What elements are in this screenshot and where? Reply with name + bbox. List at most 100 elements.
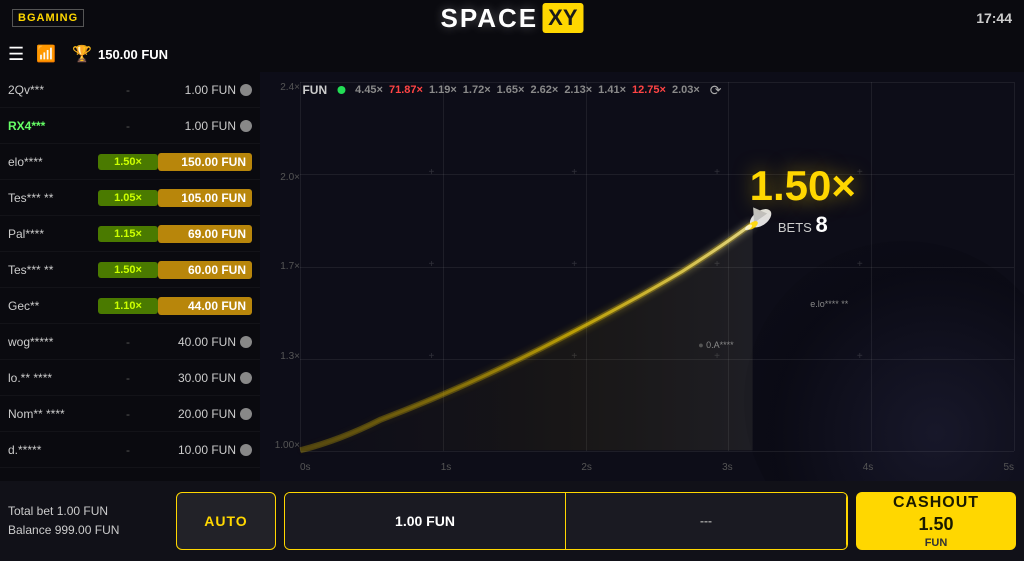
bet-amount-display[interactable]: 1.00 FUN bbox=[285, 493, 566, 549]
history-button[interactable]: ⟳ bbox=[710, 82, 722, 99]
bets-count: 8 bbox=[815, 212, 827, 237]
fun-label: FUN bbox=[302, 83, 327, 97]
cashout-button[interactable]: CASHOUT 1.50 FUN bbox=[856, 492, 1016, 550]
total-bet-line: Total bet 1.00 FUN bbox=[8, 502, 168, 521]
trophy-area: 🏆 150.00 FUN bbox=[72, 44, 168, 64]
total-bet-value: 1.00 FUN bbox=[57, 504, 108, 518]
player-amount-3: 105.00 FUN bbox=[158, 189, 252, 207]
balance-label: Balance bbox=[8, 523, 55, 537]
coin-icon-0 bbox=[240, 84, 252, 96]
game-area: + + + + + + + + + + + + 2.4× 2.0× 1.7× 1… bbox=[260, 72, 1024, 481]
bgaming-logo: BGAMING bbox=[12, 9, 84, 27]
mult-history: FUN 4.45× 71.87× 1.19× 1.72× 1.65× 2.62×… bbox=[302, 72, 721, 108]
top-bar: BGAMING SPACE XY 17:44 bbox=[0, 0, 1024, 36]
mult-item-8: 12.75× bbox=[632, 84, 666, 96]
player-mult-2: 1.50× bbox=[98, 154, 158, 170]
coin-icon-8 bbox=[240, 372, 252, 384]
player-name-4: Pal**** bbox=[8, 227, 98, 241]
cashout-mult: 1.50 bbox=[918, 514, 953, 535]
mult-item-2: 1.19× bbox=[429, 84, 457, 96]
player-amount-9: 20.00 FUN bbox=[158, 407, 252, 421]
player-row-0: 2Qv***-1.00 FUN bbox=[0, 72, 260, 108]
mult-item-3: 1.72× bbox=[463, 84, 491, 96]
chart-label-1: e.lo**** ** bbox=[810, 299, 848, 309]
coin-icon-9 bbox=[240, 408, 252, 420]
bet-separator[interactable]: --- bbox=[566, 493, 847, 549]
second-bar: ☰ 📶 🏆 150.00 FUN FUN 4.45× 71.87× 1.19× … bbox=[0, 36, 1024, 72]
player-name-9: Nom** **** bbox=[8, 407, 98, 421]
mult-item-6: 2.13× bbox=[564, 84, 592, 96]
player-mult-3: 1.05× bbox=[98, 190, 158, 206]
player-mult-7: - bbox=[98, 335, 158, 349]
player-amount-10: 10.00 FUN bbox=[158, 443, 252, 457]
player-mult-0: - bbox=[98, 83, 158, 97]
mult-item-4: 1.65× bbox=[497, 84, 525, 96]
logo-gaming: GAMING bbox=[27, 12, 78, 24]
logo-b: B bbox=[18, 12, 27, 24]
player-amount-0: 1.00 FUN bbox=[158, 83, 252, 97]
coin-icon-1 bbox=[240, 120, 252, 132]
player-mult-6: 1.10× bbox=[98, 298, 158, 314]
coin-icon-10 bbox=[240, 444, 252, 456]
player-name-3: Tes*** ** bbox=[8, 191, 98, 205]
player-row-1: RX4***-1.00 FUN bbox=[0, 108, 260, 144]
trophy-icon: 🏆 bbox=[72, 44, 92, 64]
player-name-8: lo.** **** bbox=[8, 371, 98, 385]
balance-line: Balance 999.00 FUN bbox=[8, 521, 168, 540]
fun-dot bbox=[337, 86, 345, 94]
cashout-label: CASHOUT bbox=[893, 494, 979, 512]
bets-label: BETS 8 bbox=[750, 212, 856, 238]
chart-label-2: ● 0.A**** bbox=[698, 340, 733, 350]
player-mult-4: 1.15× bbox=[98, 226, 158, 242]
clock: 17:44 bbox=[976, 10, 1012, 26]
mult-item-0: 4.45× bbox=[355, 84, 383, 96]
player-row-10: d.*****-10.00 FUN bbox=[0, 432, 260, 468]
game-title: SPACE XY bbox=[440, 3, 583, 34]
player-name-2: elo**** bbox=[8, 155, 98, 169]
player-name-7: wog***** bbox=[8, 335, 98, 349]
auto-button[interactable]: AUTO bbox=[176, 492, 276, 550]
player-row-8: lo.** ****-30.00 FUN bbox=[0, 360, 260, 396]
bet-amount-group: 1.00 FUN --- bbox=[284, 492, 848, 550]
player-amount-5: 60.00 FUN bbox=[158, 261, 252, 279]
player-amount-8: 30.00 FUN bbox=[158, 371, 252, 385]
sound-icon[interactable]: 📶 bbox=[36, 44, 56, 64]
player-amount-2: 150.00 FUN bbox=[158, 153, 252, 171]
mult-item-5: 2.62× bbox=[530, 84, 558, 96]
balance-value: 999.00 FUN bbox=[55, 523, 120, 537]
player-amount-7: 40.00 FUN bbox=[158, 335, 252, 349]
mult-item-1: 71.87× bbox=[389, 84, 423, 96]
player-name-10: d.***** bbox=[8, 443, 98, 457]
player-row-4: Pal****1.15×69.00 FUN bbox=[0, 216, 260, 252]
title-space: SPACE bbox=[440, 3, 538, 34]
player-name-1: RX4*** bbox=[8, 119, 98, 133]
player-mult-9: - bbox=[98, 407, 158, 421]
player-list: 2Qv***-1.00 FUNRX4***-1.00 FUNelo****1.5… bbox=[0, 72, 260, 481]
player-mult-1: - bbox=[98, 119, 158, 133]
player-row-2: elo****1.50×150.00 FUN bbox=[0, 144, 260, 180]
player-name-6: Gec** bbox=[8, 299, 98, 313]
player-row-5: Tes*** **1.50×60.00 FUN bbox=[0, 252, 260, 288]
current-multiplier: 1.50× bbox=[750, 162, 856, 210]
player-mult-8: - bbox=[98, 371, 158, 385]
coin-icon-7 bbox=[240, 336, 252, 348]
mult-item-7: 1.41× bbox=[598, 84, 626, 96]
player-amount-1: 1.00 FUN bbox=[158, 119, 252, 133]
player-mult-5: 1.50× bbox=[98, 262, 158, 278]
menu-icon[interactable]: ☰ bbox=[8, 44, 24, 65]
trophy-amount: 150.00 FUN bbox=[98, 47, 168, 62]
player-amount-4: 69.00 FUN bbox=[158, 225, 252, 243]
bet-info: Total bet 1.00 FUN Balance 999.00 FUN bbox=[8, 502, 168, 540]
player-name-0: 2Qv*** bbox=[8, 83, 98, 97]
player-row-6: Gec**1.10×44.00 FUN bbox=[0, 288, 260, 324]
player-row-3: Tes*** **1.05×105.00 FUN bbox=[0, 180, 260, 216]
player-row-7: wog*****-40.00 FUN bbox=[0, 324, 260, 360]
title-xy: XY bbox=[542, 3, 583, 33]
player-name-5: Tes*** ** bbox=[8, 263, 98, 277]
total-bet-label: Total bet bbox=[8, 504, 57, 518]
player-mult-10: - bbox=[98, 443, 158, 457]
player-row-9: Nom** ****-20.00 FUN bbox=[0, 396, 260, 432]
trail-svg bbox=[260, 72, 1024, 481]
player-amount-6: 44.00 FUN bbox=[158, 297, 252, 315]
mult-item-9: 2.03× bbox=[672, 84, 700, 96]
